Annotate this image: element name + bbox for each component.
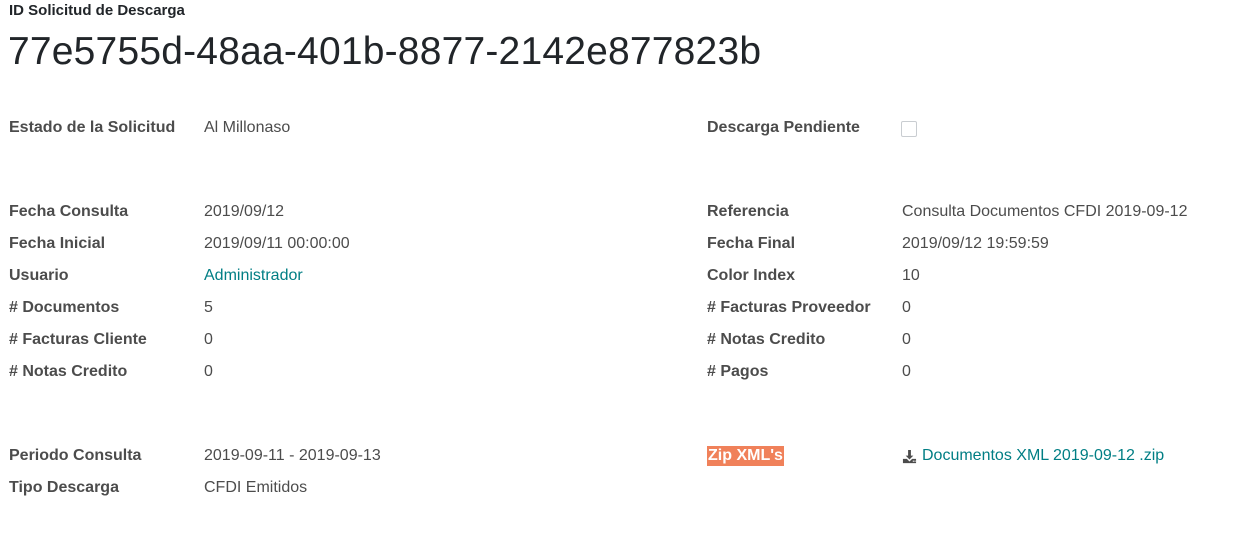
- color-index-label: Color Index: [707, 267, 796, 284]
- facturas-cliente-value: 0: [204, 331, 213, 348]
- documentos-value: 5: [204, 299, 213, 316]
- download-icon: [902, 449, 917, 464]
- tipo-descarga-value: CFDI Emitidos: [204, 479, 308, 496]
- download-zip-link[interactable]: Documentos XML 2019-09-12 .zip: [902, 446, 1164, 466]
- periodo-consulta-value: 2019-09-11 - 2019-09-13: [204, 447, 381, 464]
- fecha-consulta-label: Fecha Consulta: [9, 203, 129, 220]
- notas-credito-cliente-value: 0: [204, 363, 213, 380]
- zip-xml-label: Zip XML's: [707, 446, 784, 466]
- estado-label: Estado de la Solicitud: [9, 119, 176, 136]
- pagos-value: 0: [902, 363, 911, 380]
- pagos-label: # Pagos: [707, 363, 769, 380]
- fecha-final-value: 2019/09/12 19:59:59: [902, 235, 1049, 252]
- referencia-value: Consulta Documentos CFDI 2019-09-12: [902, 203, 1188, 220]
- id-value: 77e5755d-48aa-401b-8877-2142e877823b: [8, 30, 762, 73]
- estado-value: Al Millonaso: [204, 119, 291, 136]
- color-index-value: 10: [902, 267, 920, 284]
- fecha-final-label: Fecha Final: [707, 235, 796, 252]
- facturas-proveedor-label: # Facturas Proveedor: [707, 299, 871, 316]
- documentos-label: # Documentos: [9, 299, 120, 316]
- form-view: ID Solicitud de Descarga 77e5755d-48aa-4…: [0, 0, 1254, 535]
- facturas-cliente-label: # Facturas Cliente: [9, 331, 147, 348]
- referencia-label: Referencia: [707, 203, 789, 220]
- notas-credito-proveedor-label: # Notas Credito: [707, 331, 826, 348]
- notas-credito-cliente-label: # Notas Credito: [9, 363, 128, 380]
- download-zip-filename: Documentos XML 2019-09-12 .zip: [922, 447, 1165, 464]
- usuario-label: Usuario: [9, 267, 69, 284]
- notas-credito-proveedor-value: 0: [902, 331, 911, 348]
- descarga-pendiente-checkbox[interactable]: [901, 121, 917, 137]
- periodo-consulta-label: Periodo Consulta: [9, 447, 142, 464]
- facturas-proveedor-value: 0: [902, 299, 911, 316]
- descarga-pendiente-label: Descarga Pendiente: [707, 119, 860, 136]
- usuario-link[interactable]: Administrador: [204, 266, 303, 286]
- fecha-inicial-value: 2019/09/11 00:00:00: [204, 235, 350, 252]
- fecha-consulta-value: 2019/09/12: [204, 203, 285, 220]
- fecha-inicial-label: Fecha Inicial: [9, 235, 106, 252]
- tipo-descarga-label: Tipo Descarga: [9, 479, 119, 496]
- id-label: ID Solicitud de Descarga: [9, 2, 185, 19]
